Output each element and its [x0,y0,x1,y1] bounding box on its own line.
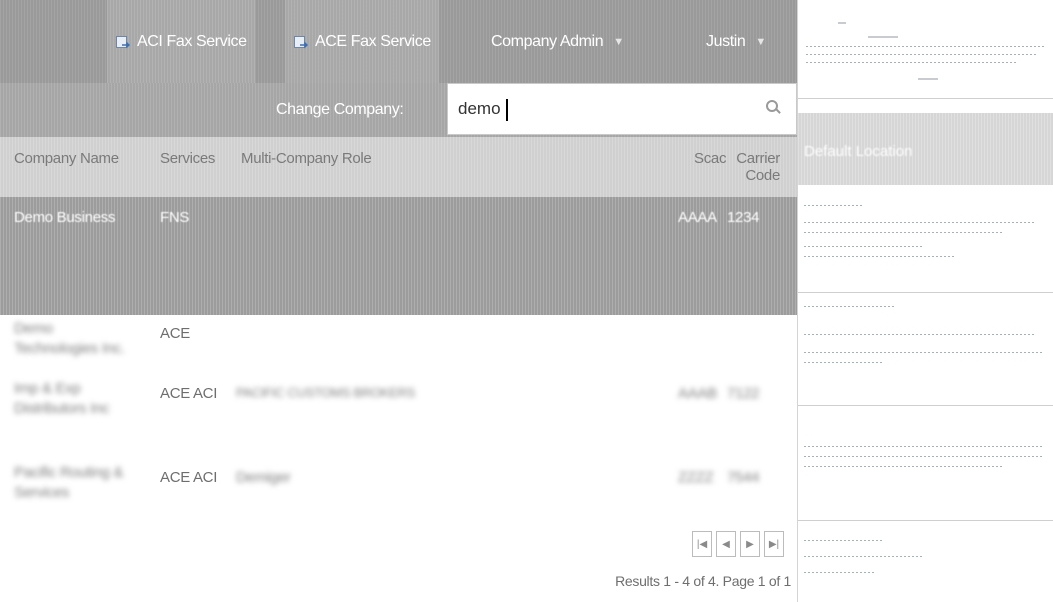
carrier-code-cell: 1234 [727,209,760,226]
ace-fax-service-button[interactable]: ACE Fax Service [285,0,439,83]
change-company-bar: Change Company: [0,83,797,137]
table-header: Company Name Services Multi-Company Role… [0,137,797,197]
aci-fax-service-label: ACI Fax Service [137,32,247,50]
table-row[interactable]: Imp & Exp Distributors Inc ACE ACI PACIF… [0,375,797,457]
column-header-scac[interactable]: Scac [694,150,726,167]
next-page-button[interactable]: ▶ [740,531,760,557]
carrier-code-cell: 7544 [727,469,760,486]
top-navigation-bar: ACI Fax Service ACE Fax Service Company … [0,0,797,83]
first-page-button[interactable]: |◀ [692,531,712,557]
pagination-controls: |◀ ◀ ▶ ▶| [692,531,784,559]
ace-fax-service-label: ACE Fax Service [315,32,431,50]
services-cell: ACE [160,325,190,342]
company-admin-menu[interactable]: Company Admin ▼ [491,0,624,83]
company-name-cell: Demo Technologies Inc. [14,320,125,357]
column-header-carrier-code[interactable]: Carrier Code [730,150,780,184]
company-search-input[interactable] [458,98,748,120]
scac-cell: AAAB [678,385,717,402]
background-header [798,0,1053,99]
company-name-cell: Demo Business [14,209,116,226]
change-company-label: Change Company: [276,101,404,118]
carrier-code-cell: 7122 [727,385,760,402]
table-row[interactable]: Demo Technologies Inc. ACE [0,315,797,371]
company-admin-label: Company Admin [491,32,604,50]
text-cursor [506,99,508,121]
scac-cell: AAAA [678,209,717,226]
services-cell: ACE ACI [160,469,218,486]
role-cell: Demiger [236,469,291,486]
company-name-cell: Imp & Exp Distributors Inc [14,380,110,417]
results-summary: Results 1 - 4 of 4. Page 1 of 1 [615,573,791,589]
column-header-services[interactable]: Services [160,150,215,167]
aci-fax-service-button[interactable]: ACI Fax Service [107,0,255,83]
search-icon[interactable] [766,100,781,114]
background-page-panel: Default Location [798,0,1053,602]
user-menu[interactable]: Justin ▼ [706,0,766,83]
last-page-button[interactable]: ▶| [764,531,784,557]
table-row-selected[interactable]: Demo Business FNS AAAA 1234 [0,197,797,315]
company-switcher-panel: ACI Fax Service ACE Fax Service Company … [0,0,798,602]
fax-icon [293,34,309,50]
company-name-cell: Pacific Routing & Services [14,464,124,501]
role-cell: PACIFIC CUSTOMS BROKERS [236,385,415,400]
previous-page-button[interactable]: ◀ [716,531,736,557]
services-cell: FNS [160,209,190,226]
table-row[interactable]: Pacific Routing & Services ACE ACI Demig… [0,459,797,515]
background-band: Default Location [798,113,1053,185]
background-band-text: Default Location [804,143,913,160]
chevron-down-icon: ▼ [755,35,766,48]
services-cell: ACE ACI [160,385,218,402]
fax-icon [115,34,131,50]
column-header-multi-company-role[interactable]: Multi-Company Role [241,150,372,167]
chevron-down-icon: ▼ [613,35,624,48]
column-header-company-name[interactable]: Company Name [14,150,119,167]
scac-cell: ZZZZ [678,469,714,486]
company-search-box[interactable] [447,83,797,135]
user-name: Justin [706,32,746,50]
